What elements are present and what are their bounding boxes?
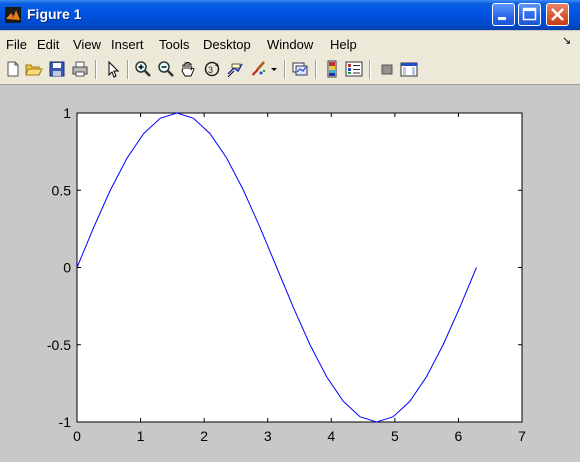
title-bar[interactable]: Figure 1 <box>0 0 580 30</box>
close-icon <box>551 8 564 21</box>
toolbar-separator <box>95 60 97 79</box>
hide-plot-tools-icon[interactable] <box>378 60 396 78</box>
axes[interactable]: 0 1 2 3 4 5 6 7 1 0.5 0 -0.5 -1 <box>47 105 526 444</box>
x-tick-label: 7 <box>518 428 526 444</box>
menu-bar: File Edit View Insert Tools Desktop Wind… <box>0 31 580 56</box>
svg-text:3: 3 <box>208 65 213 75</box>
close-button[interactable] <box>546 3 569 26</box>
toolbar-separator <box>284 60 286 79</box>
brush-dropdown-icon[interactable] <box>269 60 279 78</box>
window-title: Figure 1 <box>27 6 82 22</box>
legend-icon[interactable] <box>345 60 363 78</box>
new-figure-icon[interactable] <box>4 60 22 78</box>
edit-plot-arrow-icon[interactable] <box>104 60 122 78</box>
menu-file[interactable]: File <box>6 37 27 52</box>
menu-edit[interactable]: Edit <box>37 37 59 52</box>
x-tick-label: 3 <box>264 428 272 444</box>
menu-tools[interactable]: Tools <box>159 37 189 52</box>
figure-window: Figure 1 File Edit View Insert Tools Des… <box>0 0 580 462</box>
x-tick-label: 5 <box>391 428 399 444</box>
print-icon[interactable] <box>71 60 89 78</box>
menu-help[interactable]: Help <box>330 37 357 52</box>
y-tick-label: 1 <box>63 105 71 121</box>
minimize-button[interactable] <box>492 3 515 26</box>
toolbar-separator <box>315 60 317 79</box>
zoom-out-icon[interactable] <box>157 60 175 78</box>
menu-window[interactable]: Window <box>267 37 313 52</box>
zoom-in-icon[interactable] <box>134 60 152 78</box>
y-tick-label: -0.5 <box>47 337 71 353</box>
colorbar-icon[interactable] <box>323 60 341 78</box>
figure-toolbar: 3 <box>0 56 580 85</box>
rotate-3d-icon[interactable]: 3 <box>203 60 221 78</box>
save-icon[interactable] <box>48 60 66 78</box>
x-tick-label: 0 <box>73 428 81 444</box>
minimize-icon <box>498 17 506 20</box>
menu-view[interactable]: View <box>73 37 101 52</box>
maximize-button[interactable] <box>518 3 541 26</box>
show-plot-tools-icon[interactable] <box>400 60 418 78</box>
toolbar-separator <box>127 60 129 79</box>
pan-hand-icon[interactable] <box>179 60 197 78</box>
plot-area[interactable]: 0 1 2 3 4 5 6 7 1 0.5 0 -0.5 -1 <box>0 85 580 462</box>
x-tick-label: 1 <box>137 428 145 444</box>
x-tick-label: 6 <box>455 428 463 444</box>
menu-insert[interactable]: Insert <box>111 37 144 52</box>
x-tick-label: 2 <box>200 428 208 444</box>
y-tick-label: 0.5 <box>52 182 72 198</box>
link-plot-icon[interactable] <box>291 60 309 78</box>
menu-desktop[interactable]: Desktop <box>203 37 251 52</box>
x-tick-label: 4 <box>327 428 335 444</box>
y-tick-label: -1 <box>59 414 72 430</box>
open-file-icon[interactable] <box>25 60 43 78</box>
data-cursor-icon[interactable] <box>226 60 244 78</box>
y-tick-label: 0 <box>63 260 71 276</box>
toolbar-separator <box>369 60 371 79</box>
maximize-icon <box>522 7 537 21</box>
axes-box <box>76 112 523 423</box>
brush-icon[interactable] <box>249 60 267 78</box>
dock-figure-icon[interactable]: ↘ <box>562 34 571 47</box>
matlab-icon <box>5 7 21 23</box>
